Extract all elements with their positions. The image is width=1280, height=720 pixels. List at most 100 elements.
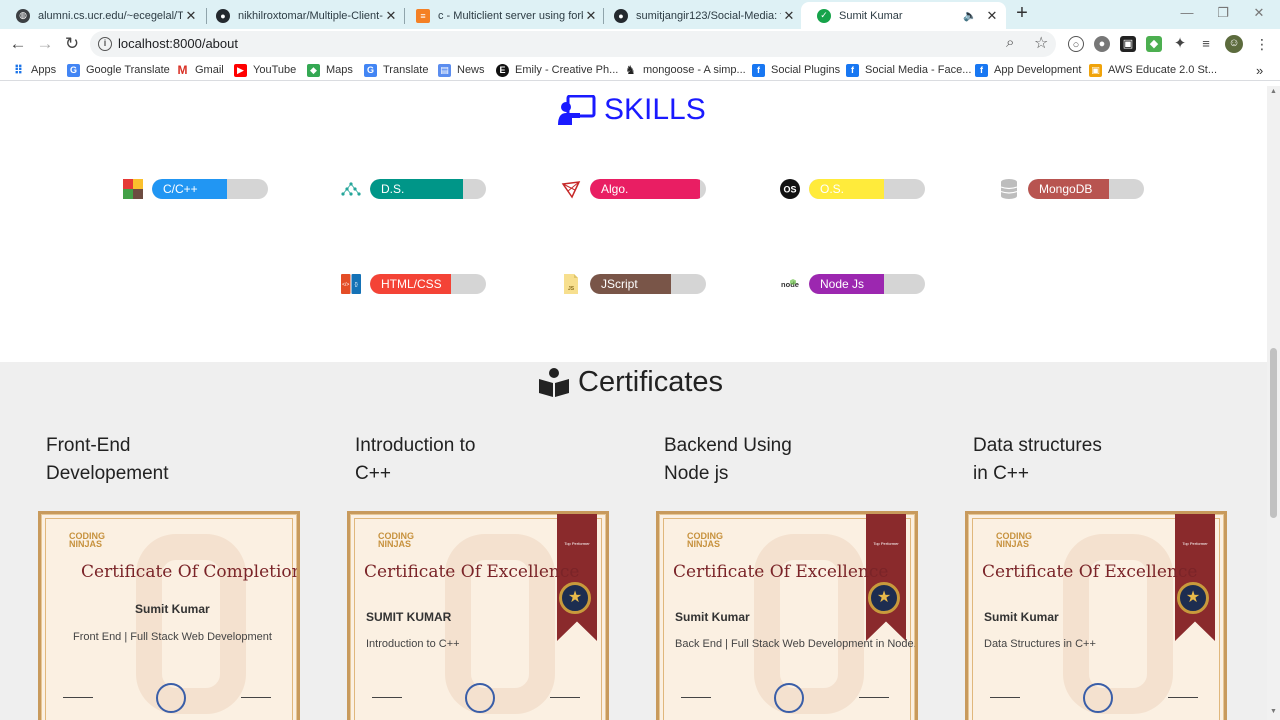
certificate-image-ds[interactable]: CODING NINJAS Top Performer ★ Certificate… [965,511,1227,720]
zoom-icon[interactable]: ⌕ [1006,34,1014,51]
bookmark-social-plugins[interactable]: f Social Plugins [752,62,840,78]
aws-icon: ▣ [1089,63,1102,77]
algorithm-icon [561,181,581,199]
certificate-name: Sumit Kumar [135,602,210,616]
page-scrollbar[interactable]: ▲ ▼ [1267,86,1280,720]
svg-text:{}: {} [355,282,359,288]
skill-bar: C/C++ [152,179,268,199]
menu-icon[interactable]: ⋮ [1254,36,1270,52]
bookmark-label: Emily - Creative Ph... [515,64,619,76]
certificate-image-node[interactable]: CODING NINJAS Top Performer ★ Certificate… [656,511,918,720]
coding-ninjas-logo: CODING NINJAS [378,531,414,549]
scroll-up-arrow[interactable]: ▲ [1270,88,1277,95]
bookmark-app-development[interactable]: f App Development [975,62,1081,78]
coding-ninjas-logo: CODING NINJAS [69,531,105,549]
extension-icon[interactable]: ● [1094,36,1110,52]
bookmark-youtube[interactable]: ▶ YouTube [234,62,296,78]
ribbon-text: Top Performer [1182,541,1208,546]
cert-heading-line: Developement [46,463,169,484]
skill-label: JScript [590,274,672,294]
data-structure-icon [341,182,361,196]
teacher-board-icon [558,95,596,125]
cert-heading-line: Backend Using [664,435,792,456]
close-icon[interactable]: ✕ [781,8,797,24]
skill-label: D.S. [370,179,463,199]
new-tab-button[interactable]: + [1012,3,1032,24]
tab-title: Sumit Kumar [839,9,903,22]
bookmark-news[interactable]: ▤ News [438,62,485,78]
tab-1[interactable]: ◍ alumni.cs.ucr.edu/~ecegelal/TAfi ✕ [0,2,205,29]
bookmark-mongoose[interactable]: ♞ mongoose - A simp... [624,62,746,78]
tab-4[interactable]: ● sumitjangir123/Social-Media: thi ✕ [598,2,803,29]
avatar[interactable]: ☺ [1225,35,1243,53]
close-window-button[interactable]: ✕ [1236,2,1280,26]
certificate-title: Certificate Of Excellence [673,562,889,582]
watermark [445,534,555,714]
bookmark-label: Google Translate [86,64,170,76]
skill-bar: MongoDB [1028,179,1144,199]
info-icon[interactable]: i [98,37,112,51]
extension-icon[interactable]: ▣ [1120,36,1136,52]
cert-heading-line: in C++ [973,463,1029,484]
certificate-title: Certificate Of Excellence [982,562,1198,582]
back-button[interactable]: ← [7,33,29,55]
skill-label: Algo. [590,179,701,199]
bookmark-social-media[interactable]: f Social Media - Face... [846,62,971,78]
browser-toolbar: ← → ↻ i localhost:8000/about ⌕ ☆ ○ ● ▣ ◆… [0,29,1280,59]
github-icon: ● [614,8,628,23]
cert-heading-line: Front-End [46,435,131,456]
speaker-icon[interactable]: 🔈 [962,8,978,24]
tab-strip: ◍ alumni.cs.ucr.edu/~ecegelal/TAfi ✕ ● n… [0,0,1280,29]
bookmark-label: Social Plugins [771,64,841,76]
close-icon[interactable]: ✕ [984,8,1000,24]
certificate-title: Certificate Of Excellence [364,562,580,582]
bookmark-label: App Development [994,64,1082,76]
seal-stamp [1083,683,1113,713]
certificate-course: Front End | Full Stack Web Development [73,631,272,643]
extension-icon[interactable]: ◆ [1146,36,1162,52]
bookmark-star-icon[interactable]: ☆ [1034,33,1048,53]
bookmark-emily[interactable]: E Emily - Creative Ph... [496,62,618,78]
forward-button[interactable]: → [34,33,56,55]
tab-active[interactable]: ✓ Sumit Kumar 🔈 ✕ [801,2,1006,29]
bookmark-aws-educate[interactable]: ▣ AWS Educate 2.0 St... [1089,62,1217,78]
bookmark-apps[interactable]: ⠿ Apps [12,62,56,78]
news-icon: ▤ [438,63,451,77]
bookmark-translate[interactable]: G Translate [364,62,428,78]
seal-stamp [156,683,186,713]
apps-grid-icon: ⠿ [13,62,24,77]
nodejs-icon: node [781,279,799,289]
extension-icon[interactable]: ○ [1068,36,1084,52]
certificate-title: Certificate Of Completion [81,562,300,582]
scrollbar-thumb[interactable] [1270,348,1277,518]
address-bar[interactable]: i localhost:8000/about ⌕ ☆ [90,31,1056,57]
signature [550,684,580,698]
certificates-title-text: Certificates [578,365,724,398]
bookmarks-overflow-button[interactable]: » [1256,62,1263,78]
puzzle-icon[interactable]: ✦ [1172,36,1188,52]
cert-heading-line: Data structures [973,435,1102,456]
scroll-down-arrow[interactable]: ▼ [1270,708,1277,715]
tab-3[interactable]: ≡ c - Multiclient server using fork() ✕ [400,2,605,29]
close-icon[interactable]: ✕ [183,8,199,24]
signature [990,684,1020,698]
url-text[interactable]: localhost:8000/about [118,36,238,51]
tab-title: alumni.cs.ucr.edu/~ecegelal/TAfi [38,9,183,22]
reload-button[interactable]: ↻ [61,33,83,55]
tab-2[interactable]: ● nikhilroxtomar/Multiple-Client-Se ✕ [200,2,405,29]
close-icon[interactable]: ✕ [583,8,599,24]
bookmark-google-translate[interactable]: G Google Translate [67,62,170,78]
bookmark-label: Apps [31,64,57,76]
certificate-image-cpp[interactable]: CODING NINJAS Top Performer ★ Certificate… [347,511,609,720]
bookmark-maps[interactable]: ◆ Maps [307,62,353,78]
bookmark-gmail[interactable]: M Gmail [176,62,224,78]
media-control-icon[interactable]: ≡ [1198,36,1214,52]
close-icon[interactable]: ✕ [383,8,399,24]
globe-icon: ◍ [16,8,30,23]
bookmark-label: Translate [383,64,429,76]
svg-text:OS: OS [783,185,796,195]
signature [63,684,93,698]
certificate-image-frontend[interactable]: CODING NINJAS Certificate Of Completion S… [38,511,300,720]
page-content: SKILLS C/C++ D.S. Algo. OS O.S. MongoDB … [0,86,1267,720]
coding-ninjas-logo: CODING NINJAS [996,531,1032,549]
